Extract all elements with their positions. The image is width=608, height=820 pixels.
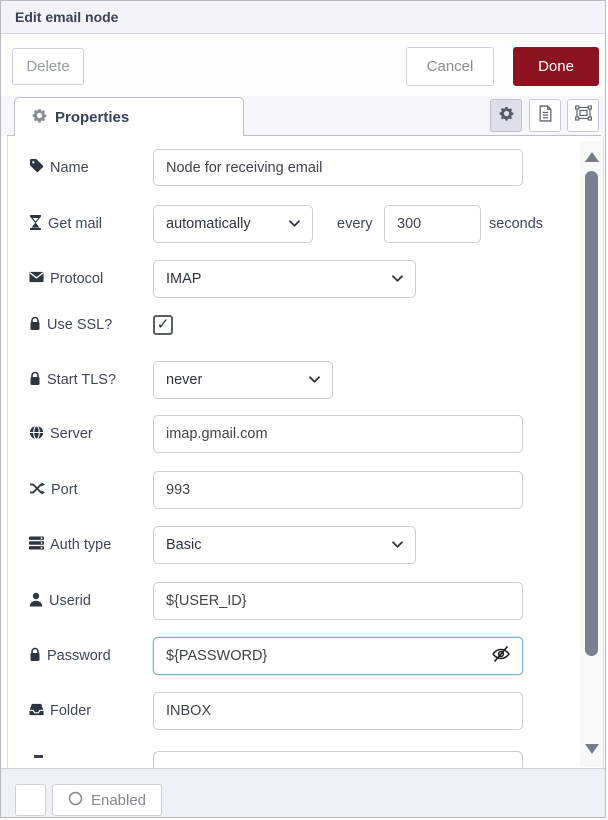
scroll-up-button[interactable] — [580, 147, 603, 167]
delete-button[interactable]: Delete — [12, 48, 84, 85]
object-group-icon — [575, 105, 592, 126]
checkmark-icon: ✓ — [157, 317, 170, 332]
folder-input[interactable] — [153, 692, 523, 730]
server-label: Server — [29, 415, 149, 453]
properties-form: Name Get mail automatically every second… — [1, 136, 605, 768]
auth-type-row: Auth type Basic — [1, 526, 576, 564]
password-label: Password — [29, 637, 149, 675]
start-tls-select[interactable]: never — [153, 361, 333, 399]
protocol-select[interactable]: IMAP — [153, 260, 416, 298]
chevron-down-icon — [308, 372, 321, 388]
panel-right-border — [603, 136, 604, 768]
scrollbar-thumb[interactable] — [585, 171, 598, 656]
chevron-down-icon — [391, 537, 404, 553]
next-field-icon-clipped — [34, 755, 43, 758]
shuffle-icon — [29, 482, 45, 499]
edit-email-node-dialog: Edit email node Delete Cancel Done Prope… — [0, 0, 606, 818]
name-row: Name — [1, 149, 576, 186]
protocol-label: Protocol — [29, 260, 149, 298]
properties-tab-button[interactable] — [490, 99, 522, 132]
get-mail-label: Get mail — [29, 205, 149, 243]
eye-slash-icon — [490, 644, 512, 669]
tab-properties[interactable]: Properties — [14, 97, 244, 136]
port-label: Port — [29, 471, 149, 509]
lock-icon — [29, 647, 41, 666]
folder-label: Folder — [29, 692, 149, 730]
lock-icon — [29, 316, 41, 335]
userid-row: Userid — [1, 582, 576, 620]
name-input[interactable] — [153, 149, 523, 186]
form-scrollbar[interactable] — [580, 141, 603, 767]
triangle-down-icon — [585, 744, 599, 754]
use-ssl-checkbox[interactable]: ✓ — [153, 315, 173, 335]
tab-properties-label: Properties — [55, 109, 129, 126]
cancel-button[interactable]: Cancel — [406, 47, 494, 86]
hourglass-icon — [29, 215, 42, 234]
seconds-label: seconds — [489, 205, 543, 243]
tab-strip: Properties — [1, 96, 605, 136]
document-icon — [538, 105, 553, 127]
chevron-down-icon — [288, 216, 301, 232]
use-ssl-label: Use SSL? — [29, 313, 149, 337]
node-help-button[interactable] — [15, 784, 46, 816]
tag-icon — [29, 158, 44, 177]
user-icon — [29, 592, 43, 611]
get-mail-row: Get mail automatically every seconds — [1, 205, 576, 243]
toolbar: Delete Cancel Done — [1, 35, 605, 96]
enabled-toggle-button[interactable]: Enabled — [52, 784, 162, 816]
folder-row: Folder — [1, 692, 576, 730]
start-tls-label: Start TLS? — [29, 361, 149, 399]
auth-type-select[interactable]: Basic — [153, 526, 416, 564]
server-input[interactable] — [153, 415, 523, 453]
enabled-label: Enabled — [91, 792, 146, 809]
interval-input[interactable] — [384, 205, 481, 243]
gear-icon — [32, 108, 47, 127]
protocol-row: Protocol IMAP — [1, 260, 576, 298]
userid-input[interactable] — [153, 582, 523, 620]
password-input[interactable] — [153, 637, 523, 675]
gear-icon — [499, 106, 514, 126]
auth-type-label: Auth type — [29, 526, 149, 564]
name-label: Name — [29, 149, 149, 186]
server-row: Server — [1, 415, 576, 453]
circle-icon — [68, 791, 83, 810]
port-input[interactable] — [153, 471, 523, 509]
lock-icon — [29, 371, 41, 390]
server-icon — [29, 536, 44, 554]
password-row: Password — [1, 637, 576, 675]
globe-icon — [29, 425, 44, 444]
port-row: Port — [1, 471, 576, 509]
envelope-icon — [29, 271, 44, 287]
use-ssl-row: Use SSL? ✓ — [1, 313, 576, 337]
dialog-title: Edit email node — [1, 1, 605, 34]
tray-footer: Enabled — [1, 768, 605, 818]
next-field-input-clipped[interactable] — [153, 751, 523, 768]
inbox-icon — [29, 703, 44, 720]
triangle-up-icon — [585, 152, 599, 162]
userid-label: Userid — [29, 582, 149, 620]
scroll-down-button[interactable] — [580, 739, 603, 759]
book-icon — [23, 790, 38, 810]
description-tab-button[interactable] — [529, 99, 561, 132]
appearance-tab-button[interactable] — [567, 99, 599, 132]
chevron-down-icon — [391, 271, 404, 287]
get-mail-select[interactable]: automatically — [153, 205, 313, 243]
toggle-password-visibility-button[interactable] — [488, 644, 514, 668]
done-button[interactable]: Done — [513, 47, 599, 86]
every-label: every — [337, 205, 372, 243]
start-tls-row: Start TLS? never — [1, 361, 576, 399]
